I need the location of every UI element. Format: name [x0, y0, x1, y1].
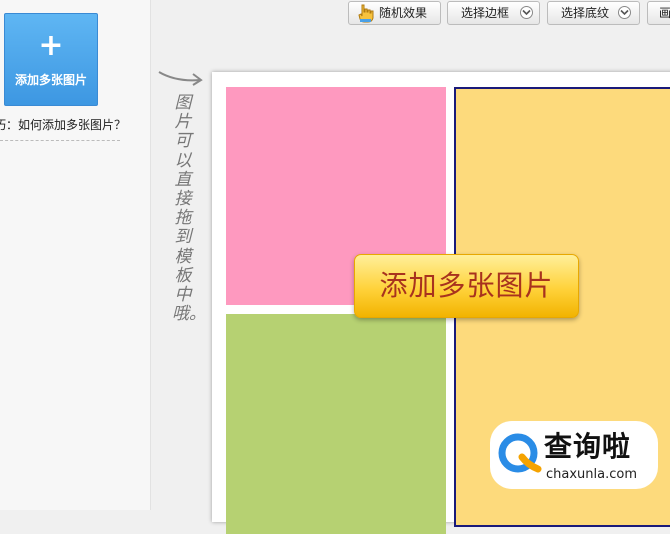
- watermark: 查询啦 chaxunla.com: [490, 421, 658, 489]
- more-button[interactable]: 画: [647, 1, 670, 25]
- chevron-down-icon: [618, 6, 631, 19]
- select-border-button[interactable]: 选择边框: [447, 1, 540, 25]
- left-panel: + 添加多张图片 巧：如何添加多张图片？: [0, 0, 151, 510]
- add-images-center-button[interactable]: 添加多张图片: [354, 254, 579, 318]
- watermark-title: 查询啦: [544, 430, 632, 463]
- photo-slot-green[interactable]: [226, 314, 446, 534]
- hand-pointer-icon: [358, 4, 374, 23]
- chevron-down-icon: [520, 6, 533, 19]
- random-effect-label: 随机效果: [379, 6, 428, 20]
- more-button-label: 画: [659, 6, 670, 20]
- add-images-label: 添加多张图片: [14, 73, 87, 87]
- magnifier-q-logo: [498, 433, 542, 473]
- tip-link[interactable]: 巧：如何添加多张图片？: [0, 116, 126, 133]
- select-texture-button[interactable]: 选择底纹: [547, 1, 640, 25]
- add-images-button[interactable]: + 添加多张图片: [4, 13, 98, 106]
- divider: [0, 140, 120, 141]
- select-texture-label: 选择底纹: [561, 6, 610, 20]
- select-border-label: 选择边框: [461, 6, 510, 20]
- random-effect-button[interactable]: 随机效果: [348, 1, 441, 25]
- drag-hint-text: 图片可以直接拖到模板中哦。: [172, 93, 206, 325]
- curved-arrow-icon: [158, 71, 203, 86]
- plus-icon: +: [38, 28, 64, 63]
- watermark-domain: chaxunla.com: [546, 467, 637, 482]
